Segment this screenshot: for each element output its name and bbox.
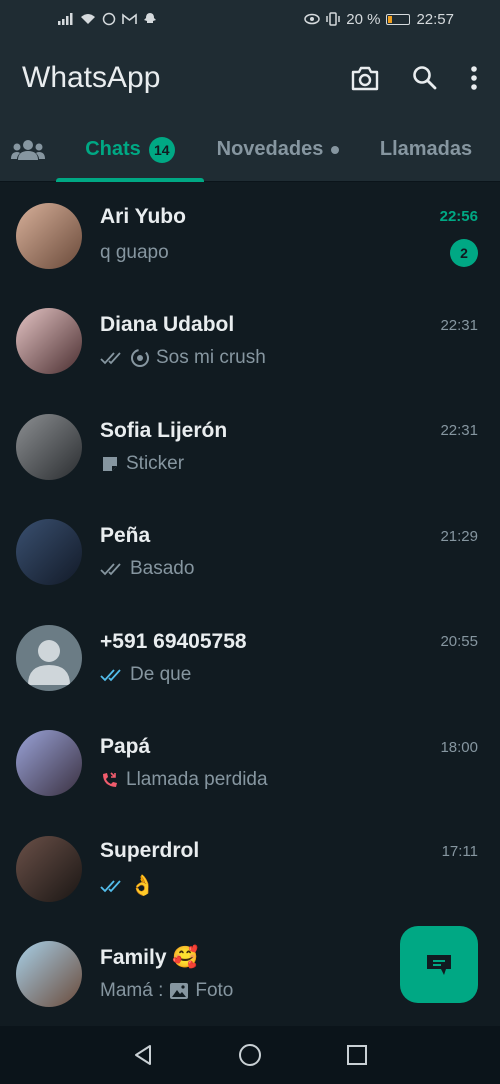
tab-calls-label: Llamadas [379, 138, 473, 160]
tab-bar: Chats 14 Novedades Llamadas [0, 118, 500, 182]
tab-chats-badge: 14 [148, 136, 175, 163]
chat-name: Sofia Lijerón [100, 418, 228, 442]
system-navigation-bar [0, 1026, 500, 1084]
chat-preview: De que [100, 664, 191, 686]
double-check-icon [100, 563, 121, 576]
tab-chats-label: Chats [85, 138, 141, 160]
tab-calls[interactable]: Llamadas [352, 118, 500, 182]
chat-preview: Llamada perdida [100, 769, 268, 791]
chat-preview-text: Sticker [126, 452, 185, 474]
status-bar-left [58, 12, 157, 26]
signal-icon [58, 13, 73, 25]
status-unread-dot [331, 145, 340, 154]
recents-icon[interactable] [346, 1044, 368, 1066]
whatsapp-notification-icon [102, 12, 116, 26]
chat-preview-text: Llamada perdida [126, 769, 268, 791]
chat-preview-text: 👌 [130, 875, 155, 898]
chat-preview: Sos mi crush [100, 347, 266, 369]
avatar [16, 308, 82, 375]
eye-comfort-icon [304, 13, 320, 25]
tab-chats[interactable]: Chats 14 [56, 118, 204, 182]
status-bar-right: 20 % 22:57 [304, 11, 454, 28]
search-icon[interactable] [412, 65, 438, 91]
new-chat-button[interactable] [400, 926, 478, 1003]
back-icon[interactable] [132, 1044, 154, 1066]
app-title: WhatsApp [22, 61, 161, 94]
chat-preview-sender: Mamá : [100, 980, 164, 1002]
chat-time: 22:31 [440, 422, 478, 440]
chat-name: Peña [100, 524, 151, 548]
chat-name: Superdrol [100, 839, 200, 863]
chat-preview: q guapo [100, 242, 169, 264]
sticker-icon [103, 456, 117, 471]
avatar [16, 413, 82, 480]
chat-row-unknown-number[interactable]: +591 69405758 20:55 De que [0, 605, 500, 711]
chat-preview-text: Foto [195, 980, 234, 1002]
chat-preview: Sticker [100, 453, 184, 475]
avatar [16, 519, 82, 586]
chat-time: 21:29 [440, 527, 478, 545]
chat-time: 17:11 [441, 842, 478, 860]
double-check-icon [100, 352, 121, 365]
read-receipt-icon [100, 669, 121, 682]
chat-preview: Mamá : Foto [100, 980, 233, 1002]
chat-row-ari-yubo[interactable]: Ari Yubo 22:56 q guapo 2 [0, 183, 500, 289]
chat-name: Ari Yubo [100, 204, 186, 228]
chat-name: Family 🥰 [100, 946, 199, 970]
avatar [16, 835, 82, 902]
chat-preview: Basado [100, 558, 194, 580]
chat-row-papa[interactable]: Papá 18:00 Llamada perdida [0, 711, 500, 817]
chat-row-superdrol[interactable]: Superdrol 17:11 👌 [0, 816, 500, 922]
camera-icon[interactable] [350, 64, 380, 92]
chat-time: 22:31 [440, 316, 478, 334]
chat-name: +591 69405758 [100, 629, 247, 653]
chat-preview-text: q guapo [100, 241, 169, 263]
chat-row-pena[interactable]: Peña 21:29 Basado [0, 500, 500, 606]
chat-name: Diana Udabol [100, 313, 235, 337]
communities-icon [11, 139, 45, 160]
chat-preview-text: Basado [130, 558, 195, 580]
status-bar: 20 % 22:57 [0, 0, 500, 38]
chat-preview: 👌 [100, 873, 155, 898]
chat-time: 20:55 [440, 633, 478, 651]
chat-name: Papá [100, 735, 151, 759]
avatar [16, 202, 82, 269]
default-avatar-icon [16, 624, 82, 691]
app-bar-actions [350, 64, 478, 92]
app-bar: WhatsApp [0, 38, 500, 118]
battery-percent: 20 % [346, 10, 381, 28]
battery-icon [386, 13, 411, 25]
clock: 22:57 [416, 10, 454, 28]
unread-count-badge: 2 [450, 238, 478, 267]
chat-row-diana-udabol[interactable]: Diana Udabol 22:31 Sos mi crush [0, 289, 500, 395]
chat-row-sofia-lijeron[interactable]: Sofia Lijerón 22:31 Sticker [0, 394, 500, 500]
missed-call-icon [103, 772, 117, 788]
chat-time: 18:00 [440, 738, 478, 756]
avatar [16, 941, 82, 1008]
avatar [16, 730, 82, 797]
chat-preview-text: Sos mi crush [156, 347, 266, 369]
wifi-icon [81, 14, 95, 24]
gmail-icon [122, 13, 137, 24]
tab-status[interactable]: Novedades [204, 118, 352, 182]
vibrate-icon [326, 12, 340, 26]
more-vert-icon[interactable] [470, 65, 478, 91]
snapchat-icon [144, 13, 156, 23]
chat-preview-text: De que [130, 663, 192, 685]
photo-icon [170, 983, 189, 1000]
read-receipt-icon [100, 880, 121, 893]
home-icon[interactable] [238, 1043, 262, 1067]
new-chat-icon [427, 954, 451, 975]
tab-communities[interactable] [0, 118, 56, 182]
chat-time: 22:56 [439, 208, 478, 226]
tab-status-label: Novedades [216, 138, 324, 160]
chat-list: Ari Yubo 22:56 q guapo 2 Diana Udabol 22… [0, 183, 500, 1027]
view-once-icon [131, 349, 149, 368]
